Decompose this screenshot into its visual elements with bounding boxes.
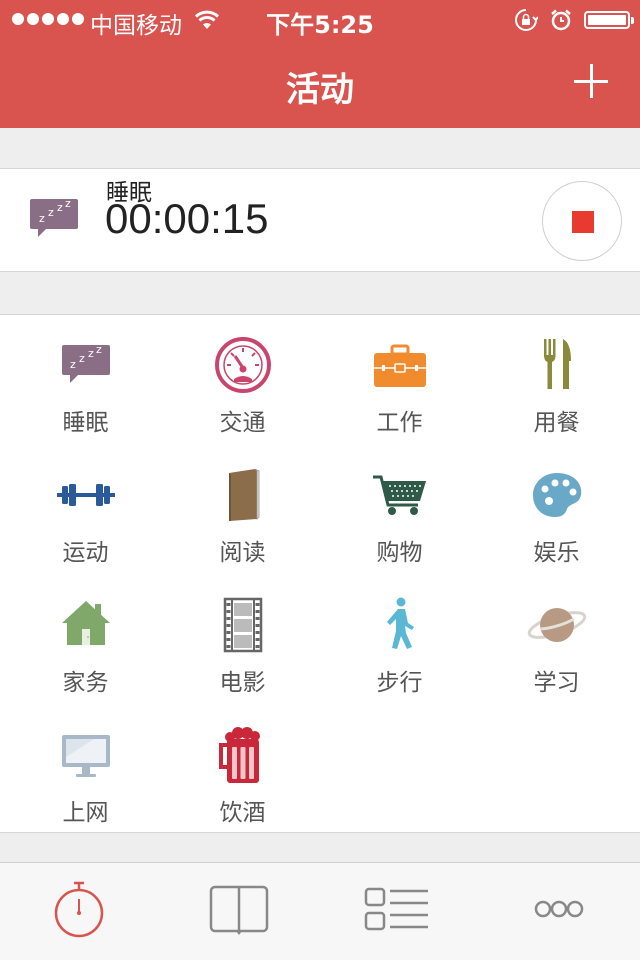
current-activity[interactable]: z z z z 睡眠 00:00:15 [0, 168, 640, 272]
activity-item-shopping[interactable]: 购物 [321, 445, 478, 575]
svg-text:z: z [39, 212, 45, 225]
sleep-icon: z z z z [56, 335, 116, 395]
stopwatch-icon [54, 881, 104, 938]
cart-icon [370, 465, 430, 525]
activity-item-study[interactable]: 学习 [478, 575, 635, 705]
navigation-bar: 活动 [0, 40, 640, 128]
activity-item-transport[interactable]: 交通 [164, 315, 321, 445]
activity-label: 购物 [376, 540, 423, 566]
house-icon [56, 595, 116, 655]
battery-icon [584, 11, 634, 29]
activity-label: 家务 [62, 670, 109, 696]
book-open-icon [209, 885, 269, 935]
status-bar: 中国移动 下午5:25 [0, 0, 640, 40]
activity-label: 上网 [62, 800, 109, 826]
monitor-icon [56, 725, 116, 785]
stop-button[interactable] [542, 181, 622, 261]
tab-journal[interactable] [199, 879, 279, 943]
activity-label: 电影 [219, 670, 266, 696]
svg-text:z: z [48, 206, 54, 219]
book-icon [213, 465, 273, 525]
svg-text:z: z [96, 343, 102, 356]
activity-item-housework[interactable]: 家务 [7, 575, 164, 705]
activity-label: 工作 [376, 410, 423, 436]
activity-item-exercise[interactable]: 运动 [7, 445, 164, 575]
sleep-icon: z z z z [30, 197, 78, 237]
activity-item-walking[interactable]: 步行 [321, 575, 478, 705]
header: 中国移动 下午5:25 活动 [0, 0, 640, 128]
beer-icon [213, 725, 273, 785]
alarm-icon [551, 9, 571, 31]
list-icon [364, 887, 428, 931]
stop-icon [572, 211, 594, 233]
activity-item-dining[interactable]: 用餐 [478, 315, 635, 445]
activity-label: 阅读 [219, 540, 266, 566]
svg-text:z: z [79, 352, 85, 365]
planet-icon [527, 595, 587, 655]
activity-item-sleep[interactable]: z z z z 睡眠 [7, 315, 164, 445]
speedometer-icon [213, 335, 273, 395]
activity-label: 用餐 [533, 410, 580, 436]
activity-label: 睡眠 [62, 410, 109, 436]
activity-label: 运动 [62, 540, 109, 566]
tab-timer[interactable] [39, 879, 119, 943]
fork-knife-icon [527, 335, 587, 395]
tab-more[interactable] [519, 879, 599, 943]
activity-item-work[interactable]: 工作 [321, 315, 478, 445]
tab-list[interactable] [355, 879, 435, 943]
dumbbell-icon [56, 465, 116, 525]
activity-grid: z z z z 睡眠 交通 工作 用餐 运动 阅读 购物 娱乐 家务 电影 步行… [0, 314, 640, 833]
activity-label: 步行 [376, 670, 423, 696]
briefcase-icon [370, 335, 430, 395]
activity-label: 交通 [219, 410, 266, 436]
activity-label: 饮酒 [219, 800, 266, 826]
page-title: 活动 [286, 70, 354, 110]
add-activity-button[interactable] [574, 64, 610, 100]
activity-label: 娱乐 [533, 540, 580, 566]
svg-text:z: z [65, 197, 71, 210]
palette-icon [527, 465, 587, 525]
walking-icon [370, 595, 430, 655]
tab-bar [0, 862, 640, 960]
svg-text:z: z [88, 347, 94, 360]
activity-item-reading[interactable]: 阅读 [164, 445, 321, 575]
activity-item-drinking[interactable]: 饮酒 [164, 705, 321, 835]
activity-item-movie[interactable]: 电影 [164, 575, 321, 705]
activity-item-internet[interactable]: 上网 [7, 705, 164, 835]
svg-text:z: z [70, 358, 76, 371]
film-icon [213, 595, 273, 655]
rotation-lock-icon [515, 9, 538, 31]
current-activity-timer: 00:00:15 [105, 195, 269, 242]
more-icon [534, 900, 584, 918]
svg-text:z: z [57, 201, 63, 214]
activity-label: 学习 [533, 670, 580, 696]
activity-item-entertainment[interactable]: 娱乐 [478, 445, 635, 575]
